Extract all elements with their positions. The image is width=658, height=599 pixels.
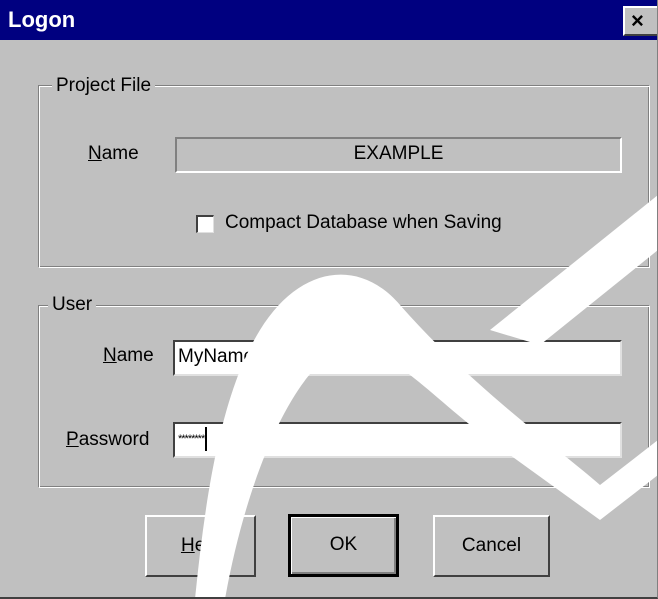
text-caret bbox=[205, 426, 208, 451]
ok-button[interactable]: OK bbox=[288, 514, 399, 577]
password-masked-value: ******** bbox=[178, 433, 205, 445]
project-name-label-rest: ame bbox=[101, 143, 139, 164]
title-bar[interactable]: Logon × bbox=[0, 0, 657, 40]
password-input[interactable]: ******** bbox=[173, 422, 622, 458]
password-label-rest: assword bbox=[78, 429, 150, 450]
user-name-label: Name bbox=[103, 344, 154, 368]
project-name-mnemonic: N bbox=[88, 143, 102, 164]
user-name-mnemonic: N bbox=[103, 345, 117, 366]
password-mnemonic: P bbox=[66, 429, 79, 450]
user-name-input[interactable]: MyName bbox=[173, 340, 622, 376]
project-file-legend: Project File bbox=[52, 75, 156, 97]
help-mnemonic: H bbox=[180, 535, 195, 556]
cancel-button[interactable]: Cancel bbox=[433, 515, 550, 577]
compact-database-checkbox[interactable] bbox=[196, 215, 214, 233]
project-name-field: EXAMPLE bbox=[175, 137, 622, 173]
compact-database-label[interactable]: Compact Database when Saving bbox=[225, 211, 502, 235]
user-name-label-rest: ame bbox=[116, 345, 154, 366]
help-button[interactable]: Help bbox=[145, 515, 256, 577]
close-icon: × bbox=[631, 8, 644, 33]
logon-dialog: Logon × Project File Name EXAMPLE Compac… bbox=[0, 0, 658, 599]
help-label-rest: elp bbox=[194, 535, 221, 556]
project-name-label: Name bbox=[88, 142, 139, 166]
user-legend: User bbox=[48, 294, 97, 316]
password-label: Password bbox=[66, 428, 149, 452]
close-button[interactable]: × bbox=[623, 6, 657, 36]
window-title: Logon bbox=[8, 7, 76, 32]
user-group bbox=[38, 305, 650, 488]
project-file-group bbox=[38, 85, 650, 268]
